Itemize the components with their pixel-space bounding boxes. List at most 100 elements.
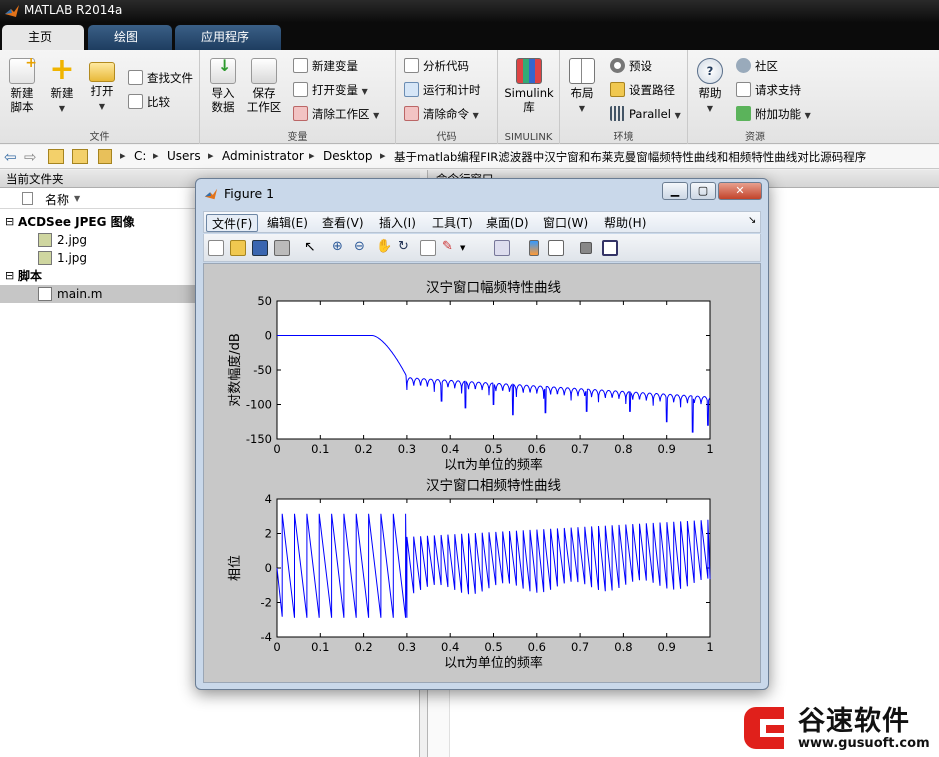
new-label: 新建 [50, 86, 74, 100]
simulink-library-icon [516, 58, 542, 84]
figure-toolbar: ↖ ⊕ ⊖ ✋ ↻ ✎ ▼ [203, 234, 761, 262]
y-tick-label: -2 [261, 596, 272, 610]
breadcrumb-administrator[interactable]: Administrator [222, 149, 304, 163]
dock-icon[interactable]: ↘ [748, 215, 756, 226]
request-support-button[interactable]: 请求支持 [736, 80, 801, 100]
x-tick-label: 0.2 [354, 640, 372, 654]
zoom-in-icon[interactable]: ⊕ [332, 240, 348, 256]
ribbon-group-resources: ? 帮助 ▼ 社区 请求支持 附加功能 ▼ 资源 [688, 50, 822, 144]
legend-icon[interactable] [548, 240, 564, 256]
chevron-down-icon[interactable]: ▼ [460, 240, 476, 256]
up-folder-icon[interactable] [48, 149, 64, 164]
breadcrumb-drive[interactable]: C: [134, 149, 146, 163]
chevron-down-icon: ▼ [706, 104, 714, 113]
pointer-icon[interactable]: ↖ [304, 240, 320, 256]
save-icon[interactable] [252, 240, 268, 256]
preferences-button[interactable]: 预设 [610, 56, 652, 76]
clear-workspace-button[interactable]: 清除工作区 ▼ [293, 104, 379, 124]
find-files-button[interactable]: 查找文件 [128, 68, 193, 88]
x-tick-label: 0.3 [398, 442, 416, 456]
plot-axes-box [276, 300, 711, 440]
compare-button[interactable]: 比较 [128, 92, 170, 112]
simulink-label-1: Simulink [504, 86, 554, 100]
tab-home[interactable]: 主页 [2, 25, 84, 50]
simulink-library-button[interactable]: Simulink 库 [504, 58, 554, 114]
menu-edit[interactable]: 编辑(E) [262, 214, 313, 232]
y-tick-label: -50 [253, 363, 272, 377]
link-plot-icon[interactable] [494, 240, 510, 256]
new-script-button[interactable]: + 新建 脚本 [4, 56, 40, 114]
parallel-button[interactable]: Parallel ▼ [610, 104, 681, 124]
figure-plots-svg: 0 0.1 0.2 0.3 0.4 0.5 0.6 0.7 0.8 0.9 1 50 0 -50 -100 -… [227, 279, 714, 671]
figure-window[interactable]: Figure 1 ▁ ▢ ✕ 文件(F) 编辑(E) 查看(V) 插入(I) 工… [195, 178, 769, 690]
x-axis-label: 以π为单位的频率 [444, 655, 543, 671]
colorbar-icon[interactable] [529, 240, 539, 256]
breadcrumb-separator: ▸ [153, 149, 159, 162]
tab-apps[interactable]: 应用程序 [175, 25, 281, 50]
figure-canvas: 0 0.1 0.2 0.3 0.4 0.5 0.6 0.7 0.8 0.9 1 50 0 -50 -100 -… [203, 263, 761, 683]
support-icon [736, 82, 751, 97]
new-variable-button[interactable]: 新建变量 [293, 56, 358, 76]
import-data-button[interactable]: ↓ 导入 数据 [206, 58, 240, 114]
back-arrow-icon[interactable]: ⇦ [4, 148, 17, 166]
column-name[interactable]: 名称 [45, 191, 69, 208]
pan-hand-icon[interactable]: ✋ [376, 240, 392, 256]
open-variable-icon [293, 82, 308, 97]
menu-insert[interactable]: 插入(I) [374, 214, 421, 232]
community-button[interactable]: 社区 [736, 56, 778, 76]
chevron-down-icon: ▼ [361, 87, 368, 96]
tab-plots[interactable]: 绘图 [88, 25, 172, 50]
open-button[interactable]: 打开 ▼ [84, 58, 120, 114]
rotate-3d-icon[interactable]: ↻ [398, 240, 414, 256]
menu-view[interactable]: 查看(V) [317, 214, 369, 232]
clear-commands-button[interactable]: 清除命令 ▼ [404, 104, 479, 124]
menu-help[interactable]: 帮助(H) [599, 214, 651, 232]
chevron-down-icon: ▼ [98, 102, 106, 111]
breadcrumb-separator: ▸ [120, 149, 126, 162]
run-and-time-icon [404, 82, 419, 97]
data-cursor-icon[interactable] [420, 240, 436, 256]
figure-menubar: 文件(F) 编辑(E) 查看(V) 插入(I) 工具(T) 桌面(D) 窗口(W… [203, 211, 761, 233]
minimize-button[interactable]: ▁ [662, 182, 688, 200]
layout-button[interactable]: 布局 ▼ [564, 58, 600, 116]
breadcrumb-users[interactable]: Users [167, 149, 201, 163]
breadcrumb-desktop[interactable]: Desktop [323, 149, 373, 163]
show-plot-tools-icon[interactable] [602, 240, 618, 256]
print-icon[interactable] [274, 240, 290, 256]
close-button[interactable]: ✕ [718, 182, 762, 200]
app-title: MATLAB R2014a [24, 3, 123, 17]
menu-window[interactable]: 窗口(W) [538, 214, 593, 232]
phase-plot: 0 0.1 0.2 0.3 0.4 0.5 0.6 0.7 0.8 0.9 1 4 2 0 -2 -4 汉宁窗口… [228, 477, 714, 671]
run-and-time-button[interactable]: 运行和计时 [404, 80, 481, 100]
group-label-file: 文件 [89, 132, 110, 143]
y-tick-label: 4 [265, 492, 272, 506]
new-button[interactable]: + 新建 ▼ [44, 55, 80, 116]
forward-arrow-icon[interactable]: ⇨ [24, 148, 37, 166]
hide-plot-tools-icon[interactable] [580, 242, 592, 254]
open-file-icon[interactable] [230, 240, 246, 256]
file-name: main.m [57, 287, 103, 301]
menu-desktop[interactable]: 桌面(D) [481, 214, 534, 232]
save-workspace-button[interactable]: 保存 工作区 [244, 58, 284, 114]
collapse-icon[interactable]: ⊟ [5, 267, 14, 285]
new-figure-icon[interactable] [208, 240, 224, 256]
collapse-icon[interactable]: ⊟ [5, 213, 14, 231]
menu-tools[interactable]: 工具(T) [427, 214, 478, 232]
breadcrumb-project-folder[interactable]: 基于matlab编程FIR滤波器中汉宁窗和布莱克曼窗幅频特性曲线和相频特性曲线对… [394, 149, 866, 165]
matlab-logo-icon [5, 5, 19, 17]
open-variable-button[interactable]: 打开变量 ▼ [293, 80, 368, 100]
analyze-code-button[interactable]: 分析代码 [404, 56, 469, 76]
brush-icon[interactable]: ✎ [442, 240, 458, 256]
new-script-icon: + [9, 56, 37, 84]
menu-file[interactable]: 文件(F) [206, 214, 259, 232]
add-ons-button[interactable]: 附加功能 ▼ [736, 104, 811, 124]
set-path-button[interactable]: 设置路径 [610, 80, 675, 100]
x-tick-label: 0 [273, 442, 280, 456]
help-button[interactable]: ? 帮助 ▼ [692, 58, 728, 116]
analyze-code-icon [404, 58, 419, 73]
title-bar: MATLAB R2014a [0, 0, 939, 22]
zoom-out-icon[interactable]: ⊖ [354, 240, 370, 256]
new-variable-label: 新建变量 [312, 59, 358, 73]
maximize-button[interactable]: ▢ [690, 182, 716, 200]
browse-folder-icon[interactable] [72, 149, 88, 164]
